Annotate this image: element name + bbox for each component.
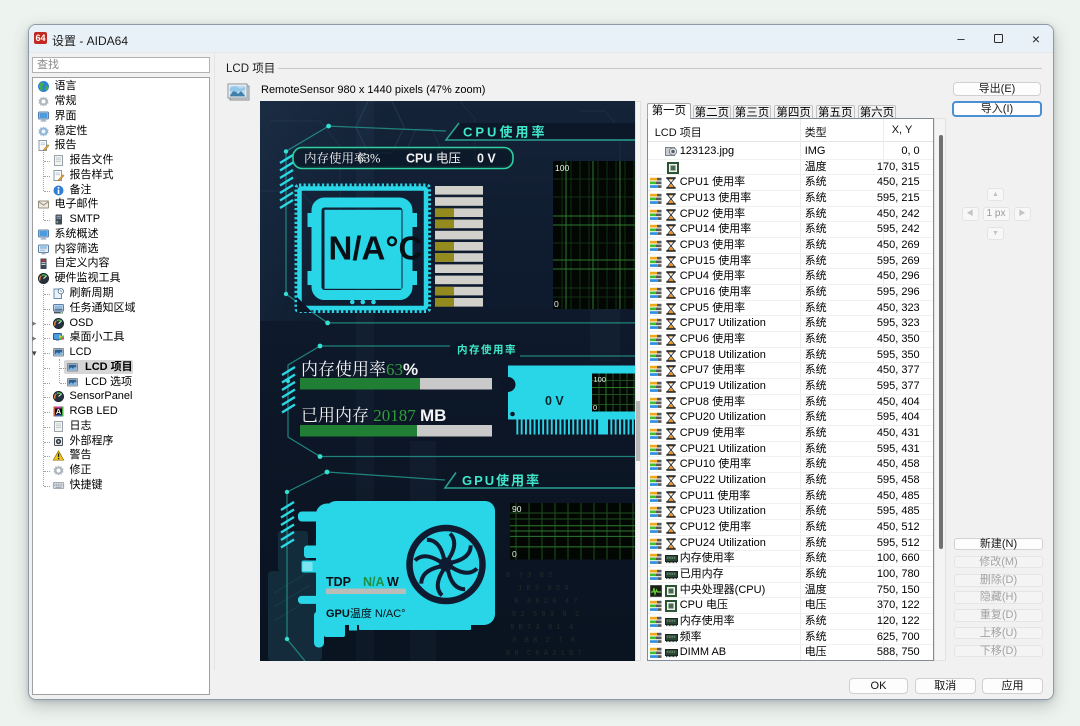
svg-text:A: A	[56, 407, 62, 416]
svg-text:100: 100	[555, 163, 569, 173]
svg-text:8 B 7 3 9 1 4: 8 B 7 3 9 1 4	[506, 624, 573, 632]
svg-text:100: 100	[594, 375, 607, 384]
svg-text:CPU使用率: CPU使用率	[463, 125, 547, 140]
svg-text:0: 0	[554, 299, 559, 309]
svg-text:N/A°C: N/A°C	[329, 230, 423, 267]
svg-text:0 V: 0 V	[545, 394, 564, 408]
svg-text:0: 0	[512, 549, 517, 559]
svg-text:TDP: TDP	[326, 575, 351, 589]
svg-text:0: 0	[593, 403, 597, 412]
svg-text:内存使用率63%: 内存使用率63%	[304, 151, 380, 166]
svg-text:CPU 电压: CPU 电压	[406, 152, 461, 166]
svg-text:内存使用率63%: 内存使用率63%	[301, 360, 418, 379]
svg-text:B 8 C 0 A 2 1 B 7: B 8 C 0 A 2 1 B 7	[506, 650, 582, 658]
svg-text:N/A: N/A	[363, 575, 385, 589]
svg-text:8 7 3 B 2: 8 7 3 B 2	[506, 572, 552, 580]
svg-text:GPU温度 N/AC°: GPU温度 N/AC°	[326, 606, 406, 620]
svg-text:已用内存 20187 MB: 已用内存 20187 MB	[301, 406, 446, 425]
svg-text:内存使用率: 内存使用率	[457, 343, 517, 356]
svg-text:3 B 8 2 7 8: 3 B 8 2 7 8	[512, 637, 575, 645]
svg-text:8 2 5 9 3 8 2: 8 2 5 9 3 8 2	[512, 611, 579, 619]
svg-text:90: 90	[512, 504, 522, 514]
svg-text:B 8 6 2 6 4 7: B 8 6 2 6 4 7	[506, 598, 577, 606]
svg-text:GPU使用率: GPU使用率	[462, 473, 541, 488]
svg-text:1 E 3 9 2 4: 1 E 3 9 2 4	[518, 585, 568, 593]
svg-text:W: W	[387, 575, 399, 589]
svg-text:0 V: 0 V	[477, 152, 496, 166]
